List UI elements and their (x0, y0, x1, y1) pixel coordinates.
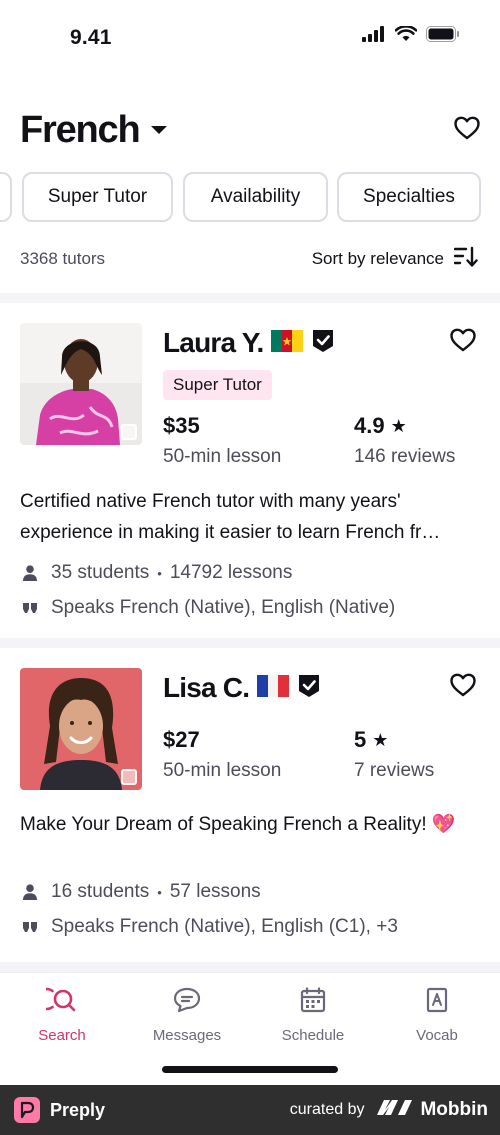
rating-value: 4.9 (354, 413, 385, 438)
mobbin-logo-icon (376, 1098, 414, 1122)
nav-vocab-label: Vocab (416, 1027, 458, 1044)
filter-super-tutor[interactable]: Super Tutor (22, 172, 173, 222)
france-flag-icon (257, 674, 290, 702)
message-icon (173, 987, 201, 1017)
nav-messages[interactable]: Messages (132, 987, 242, 1044)
footer-brand: Preply (14, 1097, 105, 1123)
status-time: 9.41 (70, 26, 112, 49)
verified-badge-icon (311, 328, 335, 359)
tutor-stats: 35 students • 14792 lessons (20, 562, 480, 584)
tutor-card[interactable]: Laura Y. Super Tutor $35 50-min lesson 4… (0, 303, 500, 643)
sort-button[interactable]: Sort by relevance (312, 246, 478, 273)
tutor-card[interactable]: Lisa C. $27 50-min lesson 5 ★ 7 reviews M… (0, 648, 500, 963)
avatar-select-checkbox[interactable] (121, 424, 137, 440)
lesson-count: 14792 lessons (169, 562, 293, 583)
filter-availability[interactable]: Availability (183, 172, 328, 222)
curated-by-text: curated by (289, 1101, 365, 1118)
search-icon (35, 987, 78, 1017)
tutor-name: Laura Y. (163, 327, 264, 358)
star-icon: ★ (390, 416, 407, 436)
tutor-name: Lisa C. (163, 672, 250, 703)
tutor-headline: Certified native French tutor with many … (20, 491, 441, 543)
language-selector[interactable]: French (20, 109, 168, 152)
mobbin-name: Mobbin (420, 1099, 488, 1120)
tutor-name-row: Lisa C. (163, 672, 321, 704)
saved-tutors-heart-icon[interactable] (454, 116, 480, 145)
footer-credit: curated by Mobbin (290, 1098, 488, 1122)
person-icon (20, 565, 40, 581)
tutor-languages: Speaks French (Native), English (C1), +3 (20, 916, 480, 938)
review-count: 146 reviews (354, 446, 456, 467)
student-count: 16 students (51, 881, 150, 902)
tutor-languages: Speaks French (Native), English (Native) (20, 597, 480, 619)
star-icon: ★ (372, 730, 389, 750)
tutor-price: $35 (163, 413, 200, 438)
header: French (20, 100, 480, 160)
nav-schedule[interactable]: Schedule (258, 987, 368, 1044)
rating-value: 5 (354, 727, 367, 752)
nav-messages-label: Messages (152, 1027, 222, 1044)
sort-label: Sort by relevance (311, 249, 444, 268)
tutor-avatar[interactable] (20, 323, 142, 445)
price-label: 50-min lesson (163, 446, 282, 467)
vocab-icon (426, 987, 448, 1017)
separator-dot: • (157, 565, 162, 581)
mobbin-logo: Mobbin (376, 1098, 488, 1122)
quote-icon (20, 921, 40, 933)
avatar-select-checkbox[interactable] (121, 769, 137, 785)
favorite-heart-icon[interactable] (448, 325, 478, 355)
home-indicator (162, 1066, 338, 1073)
separator-dot: • (157, 884, 162, 900)
price-label: 50-min lesson (163, 760, 282, 781)
page-title: French (20, 108, 141, 151)
verified-badge-icon (297, 673, 321, 704)
tutor-headline: Make Your Dream of Speaking French a Rea… (20, 814, 456, 835)
footer-banner: Preply curated by Mobbin (0, 1085, 500, 1135)
signal-icon (362, 26, 386, 47)
tutor-count: 3368 tutors (20, 249, 106, 268)
tutor-rating: 5 ★ (354, 727, 388, 753)
quote-icon (20, 602, 40, 614)
tutor-stats: 16 students • 57 lessons (20, 881, 480, 903)
tutor-name-row: Laura Y. (163, 327, 335, 359)
nav-vocab[interactable]: Vocab (382, 987, 492, 1044)
wifi-icon (394, 25, 418, 47)
lesson-count: 57 lessons (169, 881, 261, 902)
filter-bar: Super Tutor Availability Specialties (0, 172, 500, 222)
brand-name: Preply (50, 1099, 106, 1120)
sort-icon (453, 246, 478, 273)
languages-spoken: Speaks French (Native), English (C1), +3 (51, 916, 398, 937)
status-icons (362, 25, 460, 47)
nav-search-label: Search (38, 1027, 86, 1044)
favorite-heart-icon[interactable] (448, 670, 478, 700)
review-count: 7 reviews (354, 760, 435, 781)
nav-schedule-label: Schedule (281, 1027, 345, 1044)
tutor-price: $27 (163, 727, 200, 752)
status-bar: 9.41 (0, 0, 500, 72)
person-icon (20, 884, 40, 900)
filter-chip-partial[interactable] (0, 172, 12, 222)
battery-icon (426, 26, 460, 47)
preply-logo-icon (14, 1097, 40, 1123)
nav-search[interactable]: Search (7, 987, 117, 1044)
divider (0, 962, 500, 972)
cameroon-flag-icon (271, 329, 304, 357)
results-meta: 3368 tutors Sort by relevance (20, 246, 478, 272)
languages-spoken: Speaks French (Native), English (Native) (51, 597, 396, 618)
divider (0, 293, 500, 303)
caret-down-icon (150, 125, 168, 135)
calendar-icon (300, 987, 326, 1017)
filter-specialties[interactable]: Specialties (337, 172, 481, 222)
tutor-avatar[interactable] (20, 668, 142, 790)
super-tutor-badge: Super Tutor (163, 370, 272, 400)
tutor-rating: 4.9 ★ (354, 413, 407, 439)
student-count: 35 students (51, 562, 150, 583)
divider (0, 638, 500, 648)
